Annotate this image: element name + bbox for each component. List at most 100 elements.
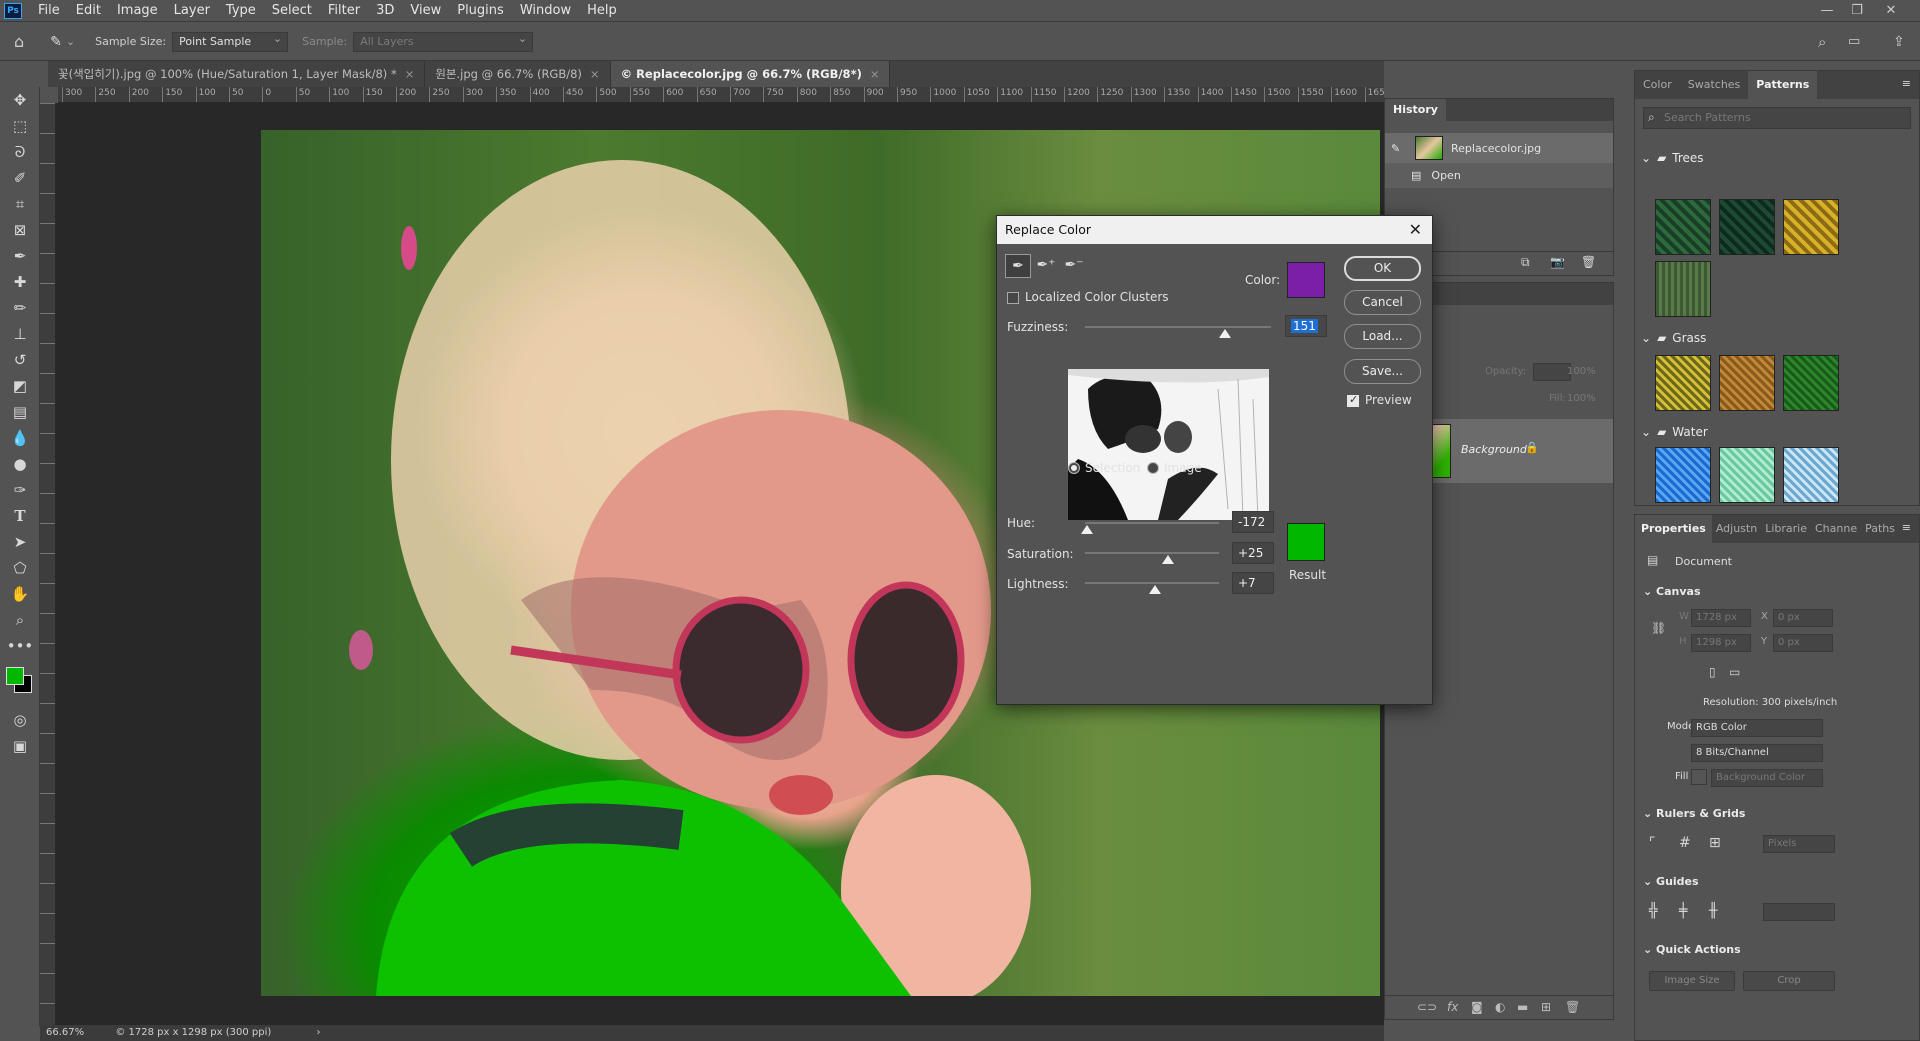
restore-icon[interactable]: ❐: [1842, 0, 1872, 22]
saturation-slider-track[interactable]: [1085, 552, 1219, 554]
history-snapshot[interactable]: ✎ Replacecolor.jpg: [1385, 133, 1613, 163]
history-brush-tool-icon[interactable]: ↺: [0, 347, 40, 373]
layer-name[interactable]: Background: [1461, 443, 1527, 456]
marquee-tool-icon[interactable]: ⬚: [0, 113, 40, 139]
link-icon[interactable]: ⛓: [1651, 621, 1666, 635]
doc-tab-flower[interactable]: 꽃(색입히기).jpg @ 100% (Hue/Saturation 1, La…: [48, 61, 426, 87]
ruler-toggle-icon[interactable]: ⌜: [1649, 835, 1656, 851]
fill-color-swatch[interactable]: [1691, 769, 1707, 785]
new-document-from-state-icon[interactable]: ⧉: [1521, 255, 1530, 270]
layer-mask-icon[interactable]: ◙: [1471, 1000, 1483, 1014]
load-button[interactable]: Load...: [1344, 324, 1421, 349]
screen-mode-icon[interactable]: ▣: [0, 733, 40, 759]
image-radio[interactable]: [1147, 462, 1159, 474]
rulers-grids-section[interactable]: ⌄ Rulers & Grids: [1643, 807, 1745, 820]
grid-icon[interactable]: #: [1679, 835, 1691, 851]
quick-mask-icon[interactable]: ◎: [0, 707, 40, 733]
hue-slider-track[interactable]: [1085, 522, 1219, 524]
pattern-swatch[interactable]: [1655, 261, 1711, 317]
quick-actions-section[interactable]: ⌄ Quick Actions: [1643, 943, 1741, 956]
tab-libraries[interactable]: Librarie: [1761, 515, 1811, 543]
chevron-down-icon[interactable]: ⌄: [66, 35, 75, 48]
crop-tool-icon[interactable]: ⌗: [0, 191, 40, 217]
delete-icon[interactable]: 🗑: [1581, 255, 1596, 269]
document-info[interactable]: © 1728 px x 1298 px (300 ppi): [115, 1027, 271, 1038]
menu-edit[interactable]: Edit: [68, 0, 109, 22]
move-tool-icon[interactable]: ✥: [0, 87, 40, 113]
image-size-button[interactable]: Image Size: [1649, 971, 1735, 991]
close-tab-icon[interactable]: ×: [405, 67, 415, 81]
workspace-icon[interactable]: ▭: [1848, 34, 1860, 49]
pen-tool-icon[interactable]: ✑: [0, 477, 40, 503]
saturation-field[interactable]: +25: [1232, 542, 1274, 564]
menu-3d[interactable]: 3D: [368, 0, 402, 22]
hue-slider-thumb[interactable]: [1081, 525, 1093, 534]
home-icon[interactable]: ⌂: [14, 32, 24, 51]
crop-button[interactable]: Crop: [1743, 971, 1835, 991]
menu-file[interactable]: File: [30, 0, 68, 22]
guide-layout-icon[interactable]: ╪: [1679, 903, 1687, 919]
doc-tab-replacecolor[interactable]: © Replacecolor.jpg @ 66.7% (RGB/8*) ×: [610, 61, 891, 87]
eyedropper-icon[interactable]: ✒: [1005, 254, 1031, 278]
search-patterns-field[interactable]: ⌕ Search Patterns: [1643, 107, 1911, 129]
menu-image[interactable]: Image: [109, 0, 166, 22]
type-tool-icon[interactable]: T: [0, 503, 40, 529]
menu-view[interactable]: View: [402, 0, 449, 22]
pattern-swatch[interactable]: [1783, 199, 1839, 255]
history-brush-source-icon[interactable]: ✎: [1391, 142, 1407, 155]
pixel-grid-icon[interactable]: ⊞: [1709, 835, 1721, 851]
delete-layer-icon[interactable]: 🗑: [1565, 1000, 1580, 1014]
eyedropper-plus-icon[interactable]: ✒⁺: [1033, 254, 1059, 278]
history-state[interactable]: ▤ Open: [1385, 163, 1613, 188]
pattern-group-water[interactable]: ⌄ ▰ Water: [1635, 421, 1919, 443]
healing-brush-tool-icon[interactable]: ✚: [0, 269, 40, 295]
path-select-tool-icon[interactable]: ➤: [0, 529, 40, 555]
pattern-swatch[interactable]: [1719, 199, 1775, 255]
menu-type[interactable]: Type: [218, 0, 264, 22]
pattern-swatch[interactable]: [1783, 447, 1839, 503]
lock-icon[interactable]: 🔒: [1525, 441, 1539, 454]
eyedropper-tool-icon[interactable]: ✒: [0, 243, 40, 269]
share-icon[interactable]: ⇪: [1893, 34, 1905, 50]
search-icon[interactable]: ⌕: [1818, 33, 1826, 51]
menu-filter[interactable]: Filter: [320, 0, 368, 22]
menu-help[interactable]: Help: [579, 0, 625, 22]
height-field[interactable]: 1298 px: [1691, 634, 1751, 652]
x-field[interactable]: 0 px: [1773, 609, 1833, 627]
hue-field[interactable]: -172: [1232, 511, 1274, 533]
sample-layers-select[interactable]: All Layers: [353, 30, 534, 52]
menu-layer[interactable]: Layer: [166, 0, 218, 22]
stamp-tool-icon[interactable]: ⊥: [0, 321, 40, 347]
selected-color-swatch[interactable]: [1287, 262, 1325, 298]
preview-checkbox[interactable]: ✓: [1347, 393, 1359, 407]
landscape-icon[interactable]: ▭: [1729, 665, 1740, 679]
saturation-slider-thumb[interactable]: [1162, 555, 1174, 564]
tab-paths[interactable]: Paths: [1861, 515, 1899, 543]
tab-properties[interactable]: Properties: [1635, 515, 1712, 543]
snapshot-camera-icon[interactable]: 📷: [1550, 255, 1565, 269]
tab-history[interactable]: History: [1385, 99, 1446, 121]
gradient-tool-icon[interactable]: ▤: [0, 399, 40, 425]
group-icon[interactable]: ▬: [1517, 1000, 1528, 1014]
dialog-titlebar[interactable]: Replace Color ✕: [997, 216, 1432, 244]
more-tools-icon[interactable]: •••: [0, 633, 40, 659]
save-button[interactable]: Save...: [1344, 359, 1421, 384]
fill-select[interactable]: Background Color: [1711, 769, 1823, 787]
canvas-section[interactable]: ⌄ Canvas: [1643, 585, 1701, 598]
tab-adjustments[interactable]: Adjustn: [1712, 515, 1761, 543]
link-layers-icon[interactable]: ⊂⊃: [1417, 1000, 1437, 1014]
zoom-level[interactable]: 66.67%: [46, 1027, 84, 1038]
chevron-right-icon[interactable]: ›: [316, 1027, 320, 1038]
ok-button[interactable]: OK: [1344, 256, 1421, 281]
fuzziness-slider-track[interactable]: [1085, 326, 1271, 328]
pattern-swatch[interactable]: [1655, 355, 1711, 411]
dodge-tool-icon[interactable]: ●: [0, 451, 40, 477]
pattern-swatch[interactable]: [1719, 447, 1775, 503]
menu-window[interactable]: Window: [512, 0, 579, 22]
eyedropper-tool-preset-icon[interactable]: ✎: [50, 34, 62, 50]
menu-select[interactable]: Select: [264, 0, 320, 22]
lightness-slider-track[interactable]: [1085, 582, 1219, 584]
guides-icon[interactable]: ╬: [1649, 903, 1657, 919]
close-icon[interactable]: ✕: [1409, 216, 1422, 244]
units-select[interactable]: Pixels: [1763, 835, 1835, 853]
